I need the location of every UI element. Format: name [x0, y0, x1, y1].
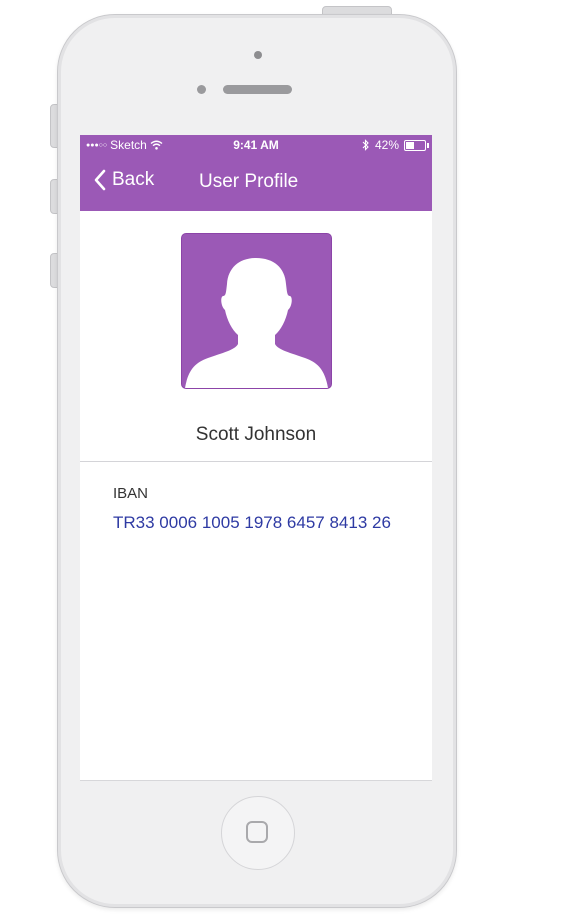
- home-button[interactable]: [221, 796, 295, 870]
- battery-level: [406, 141, 414, 149]
- back-button[interactable]: Back: [94, 169, 154, 191]
- user-name: Scott Johnson: [195, 424, 317, 445]
- chevron-left-icon: [94, 169, 106, 191]
- proximity-sensor: [197, 85, 206, 94]
- page-title: User Profile: [199, 171, 299, 192]
- battery-icon: [404, 139, 429, 151]
- front-camera: [254, 51, 262, 59]
- navigation-bar: Back User Profile: [80, 155, 432, 211]
- iban-value: TR33 0006 1005 1978 6457 8413 26: [113, 513, 391, 532]
- divider: [80, 461, 432, 462]
- earpiece-speaker: [223, 85, 292, 94]
- avatar[interactable]: [181, 233, 332, 389]
- bluetooth-icon: [362, 139, 369, 151]
- back-label: Back: [112, 169, 155, 190]
- user-silhouette-icon: [185, 258, 328, 388]
- status-bar: ●●●○○ Sketch 9:41 AM 42%: [80, 135, 432, 155]
- home-square-icon: [246, 821, 268, 843]
- iban-label: IBAN: [113, 485, 149, 502]
- status-right: 42%: [362, 138, 429, 152]
- battery-percent: 42%: [374, 138, 399, 152]
- app-screen: ●●●○○ Sketch 9:41 AM 42% Back User Profi…: [80, 135, 432, 781]
